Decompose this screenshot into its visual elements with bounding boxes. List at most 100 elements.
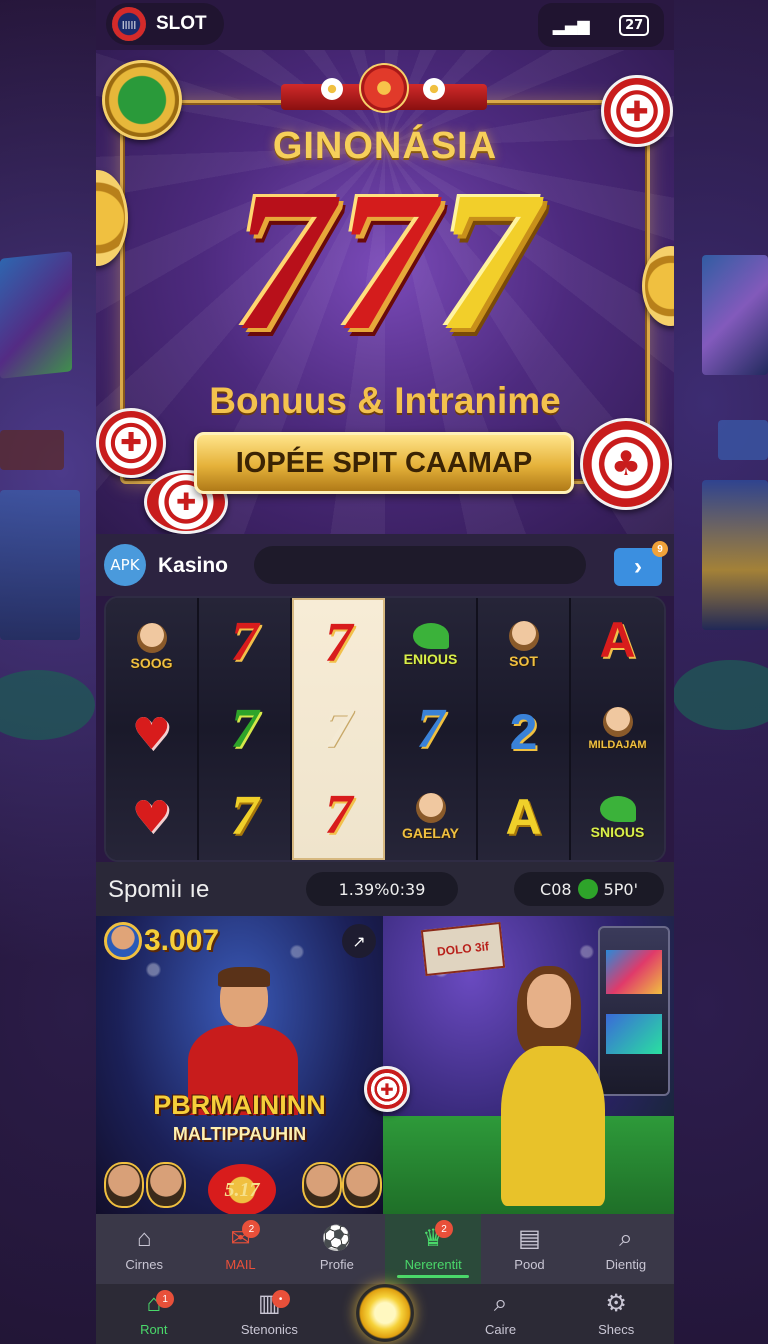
symbol-label: SOT bbox=[509, 652, 538, 669]
nav-item-ront[interactable]: ⌂ Ront 1 bbox=[96, 1284, 212, 1344]
leaf-icon bbox=[412, 622, 449, 649]
section-title: Spomiı ıe bbox=[108, 876, 210, 903]
nav-label: Ront bbox=[140, 1321, 168, 1337]
letter-symbol: A bbox=[599, 611, 636, 668]
avatar bbox=[104, 1162, 144, 1208]
seven-symbol-icon: 7 bbox=[324, 784, 353, 846]
nav-label: Caire bbox=[485, 1321, 517, 1337]
nav-label: Stenonics bbox=[240, 1321, 298, 1337]
nav-item-profie[interactable]: ⚽ Profie bbox=[289, 1214, 385, 1284]
avatar bbox=[302, 1162, 342, 1208]
chevron-right-icon: › bbox=[634, 553, 642, 580]
nav-label: Shecs bbox=[598, 1321, 635, 1337]
nav-item-nererentit[interactable]: ♛ Nererentit 2 bbox=[385, 1214, 482, 1284]
reel-column: 7 7 7 bbox=[199, 598, 292, 860]
phone-screen: ||||| SLOT ▂▄▆ 27 ✚ ✚ ✚ ♣ GINONÁSIA 7 7 … bbox=[96, 0, 674, 1344]
poker-chip-icon: ✚ bbox=[364, 1066, 410, 1112]
seven-symbol-icon: 7 bbox=[230, 785, 259, 848]
avatar bbox=[342, 1162, 382, 1208]
symbol-label: SOOG bbox=[130, 654, 173, 671]
nav-item-dientig[interactable]: ⌕ Dientig bbox=[578, 1214, 674, 1284]
backdrop-screen bbox=[718, 420, 768, 460]
nav-label: Profie bbox=[319, 1256, 354, 1272]
promo-title: PBRMAININN bbox=[153, 1090, 326, 1120]
portrait-icon bbox=[602, 706, 633, 737]
notification-badge: 2 bbox=[242, 1220, 261, 1238]
coin-icon bbox=[577, 879, 598, 899]
reel-column: ENIOUS 7 GAELAY bbox=[385, 598, 478, 860]
search-icon: ⌕ bbox=[493, 1289, 508, 1317]
portrait-icon bbox=[508, 620, 539, 651]
character-symbol: MILDAJAM bbox=[581, 698, 655, 754]
secondary-nav: ⌂ Cirnes ✉ MAIL 2 ⚽ Profie ♛ Nererentit 2 ▤ Pood ⌕ Di… bbox=[96, 1214, 674, 1284]
host-figure bbox=[188, 967, 298, 1115]
seven-symbol-icon: 7 bbox=[230, 610, 259, 673]
ticket-sign: DOLO 3if bbox=[420, 921, 506, 977]
seven-symbol-icon: 7 bbox=[324, 698, 353, 760]
gear-icon: ⚙ bbox=[605, 1289, 627, 1317]
home-icon: ⌂ bbox=[136, 1224, 152, 1252]
backdrop-slot-machine bbox=[0, 490, 80, 640]
nav-item-mail[interactable]: ✉ MAIL 2 bbox=[192, 1214, 288, 1284]
counter-pill[interactable]: C08 5P0' bbox=[514, 872, 664, 906]
reel-column: 7 7 7 bbox=[292, 598, 385, 860]
timer-value: 1.39%0:39 bbox=[338, 879, 426, 899]
hero-banner[interactable]: ✚ ✚ ✚ ♣ GINONÁSIA 7 7 7 Bonuus & Intrani… bbox=[96, 50, 674, 534]
signal-icon: ▂▄▆ bbox=[552, 15, 590, 35]
nav-label: Cirnes bbox=[125, 1256, 163, 1272]
nav-item-caire[interactable]: ⌕ Caire bbox=[443, 1284, 559, 1344]
slot-logo-icon: ||||| bbox=[112, 7, 146, 41]
hero-subtitle: Bonuus & Intranime bbox=[209, 380, 561, 421]
slot-reels[interactable]: SOOG ♥ ♥ 7 7 7 7 7 7 ENIOUS 7 GAELAY SOT 2 A A MILDAJAM S… bbox=[104, 596, 666, 862]
counter-left: C08 bbox=[540, 879, 572, 899]
spin-coin-icon[interactable] bbox=[355, 1284, 414, 1342]
nav-item-spin[interactable] bbox=[327, 1284, 443, 1344]
nav-item-stenonics[interactable]: ▥ Stenonics • bbox=[212, 1284, 328, 1344]
avatar bbox=[146, 1162, 186, 1208]
promo-tile-host[interactable]: 3.007 ↗ PBRMAININN MALTIPPAUHIN 5.17 bbox=[96, 916, 383, 1214]
seven-symbol: 7 bbox=[233, 151, 333, 372]
share-icon[interactable]: ↗ bbox=[342, 924, 376, 958]
nav-label: Nererentit bbox=[404, 1256, 462, 1272]
letter-symbol: 2 bbox=[509, 703, 538, 760]
battery-icon: 27 bbox=[619, 14, 650, 36]
apk-badge[interactable]: APK bbox=[104, 544, 146, 586]
ribbon-flower-icon bbox=[281, 60, 487, 116]
symbol-label: ENIOUS bbox=[403, 650, 458, 667]
reel-column: SOT 2 A bbox=[478, 598, 571, 860]
promo-tile-dealer[interactable]: DOLO 3if bbox=[383, 916, 674, 1214]
reel-column: A MILDAJAM SNIOUS bbox=[571, 598, 664, 860]
status-bar: ||||| SLOT ▂▄▆ 27 bbox=[96, 0, 674, 50]
nav-label: Pood bbox=[514, 1256, 545, 1272]
dealer-figure bbox=[493, 966, 613, 1206]
app-label: SLOT bbox=[156, 13, 207, 34]
system-indicators: ▂▄▆ 27 bbox=[538, 3, 664, 47]
seven-symbol-icon: 7 bbox=[416, 697, 445, 760]
bottom-nav: ⌂ Ront 1 ▥ Stenonics • ⌕ Caire ⚙ Shecs bbox=[96, 1284, 674, 1344]
app-badge[interactable]: ||||| SLOT bbox=[106, 3, 224, 45]
nav-item-shecs[interactable]: ⚙ Shecs bbox=[558, 1284, 674, 1344]
seven-symbol: 7 bbox=[335, 151, 435, 372]
go-button[interactable]: › 9 bbox=[614, 541, 668, 586]
character-symbol: ENIOUS bbox=[394, 614, 468, 670]
backdrop-slot-machine bbox=[702, 480, 768, 630]
nav-label: MAIL bbox=[225, 1256, 256, 1272]
nav-item-cirnes[interactable]: ⌂ Cirnes bbox=[96, 1214, 192, 1284]
character-symbol: GAELAY bbox=[394, 788, 468, 844]
search-input[interactable] bbox=[254, 546, 586, 584]
hero-cta-button[interactable]: IOPÉE SPIT CAAMAP bbox=[194, 432, 574, 494]
backdrop-screen bbox=[0, 430, 64, 470]
timer-pill: 1.39%0:39 bbox=[306, 872, 458, 906]
info-row: Spomiı ıe 1.39%0:39 C08 5P0' bbox=[96, 862, 674, 916]
character-symbol: SOT bbox=[487, 616, 561, 672]
nav-item-pood[interactable]: ▤ Pood bbox=[481, 1214, 577, 1284]
promo-subtitle: MALTIPPAUHIN bbox=[172, 1124, 307, 1144]
search-row: APK Kasino › 9 bbox=[96, 534, 674, 596]
promo-score: 3.007 bbox=[104, 922, 219, 960]
portrait-icon bbox=[415, 793, 446, 824]
counter-right: 5P0' bbox=[603, 879, 638, 899]
triple-seven: 7 7 7 bbox=[96, 162, 674, 362]
avatar bbox=[104, 922, 142, 960]
character-symbol: SNIOUS bbox=[581, 787, 655, 843]
letter-symbol: A bbox=[505, 789, 542, 846]
